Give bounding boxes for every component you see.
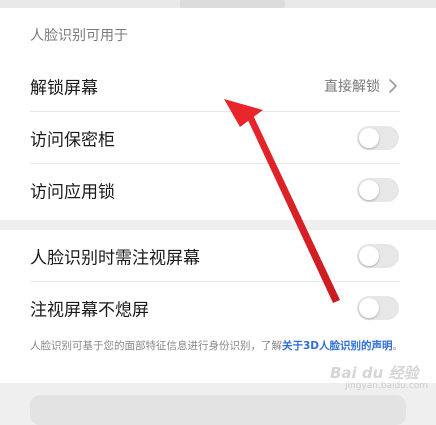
section-title: 人脸识别可用于 — [30, 28, 128, 44]
access-safe-toggle[interactable] — [357, 126, 399, 150]
gaze-keep-screen-on-row: 注视屏幕不熄屏 — [0, 282, 436, 334]
top-strip — [0, 0, 436, 8]
app-lock-row: 访问应用锁 — [0, 164, 436, 216]
toggle-knob — [359, 298, 379, 318]
unlock-mode-value: 直接解锁 — [324, 79, 380, 95]
privacy-note: 人脸识别可基于您的面部特征信息进行身份识别，了解关于3D人脸识别的声明。 — [30, 338, 406, 355]
gaze-settings-card: 人脸识别时需注视屏幕 注视屏幕不熄屏 人脸识别可基于您的面部特征信息进行身份识别… — [0, 230, 436, 383]
access-safe-label: 访问保密柜 — [30, 130, 115, 151]
gaze-keep-screen-on-label: 注视屏幕不熄屏 — [30, 300, 149, 321]
face-recognition-statement-link[interactable]: 关于3D人脸识别的声明 — [282, 340, 393, 352]
require-gaze-label: 人脸识别时需注视屏幕 — [30, 248, 200, 269]
gaze-keep-screen-on-toggle[interactable] — [357, 296, 399, 320]
baidu-watermark-url: jingyan.baidu.com — [345, 381, 429, 391]
chevron-right-icon — [389, 79, 397, 93]
blurred-header-fragment — [180, 0, 285, 8]
privacy-note-end: 。 — [392, 340, 404, 352]
require-gaze-row: 人脸识别时需注视屏幕 — [0, 230, 436, 282]
unlock-screen-row[interactable]: 解锁屏幕 直接解锁 — [0, 60, 436, 112]
baidu-watermark: Bai du 经验 — [330, 364, 419, 382]
access-safe-row: 访问保密柜 — [0, 112, 436, 164]
face-recognition-usage-card: 人脸识别可用于 解锁屏幕 直接解锁 访问保密柜 访问应用锁 — [0, 8, 436, 220]
privacy-note-text: 人脸识别可基于您的面部特征信息进行身份识别，了解 — [30, 340, 282, 352]
toggle-knob — [359, 246, 379, 266]
app-lock-label: 访问应用锁 — [30, 182, 115, 203]
toggle-knob — [359, 128, 379, 148]
unlock-screen-label: 解锁屏幕 — [30, 78, 98, 99]
bottom-button-placeholder[interactable] — [30, 395, 406, 425]
app-lock-toggle[interactable] — [357, 178, 399, 202]
require-gaze-toggle[interactable] — [357, 244, 399, 268]
toggle-knob — [359, 180, 379, 200]
